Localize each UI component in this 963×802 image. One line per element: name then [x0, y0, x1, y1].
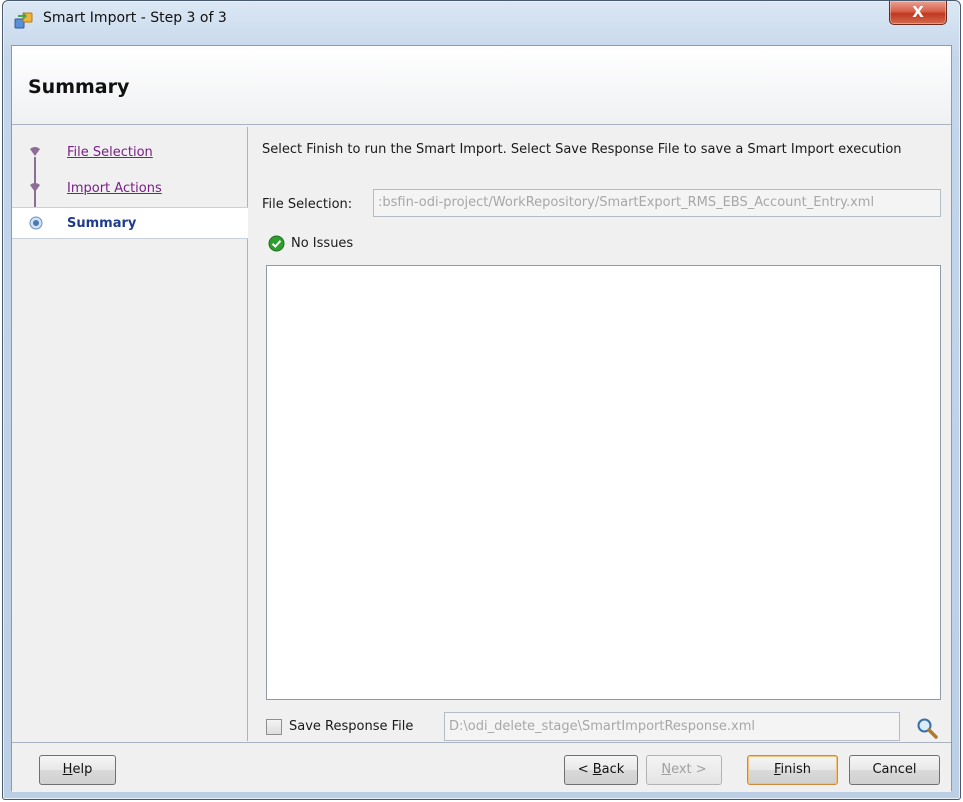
back-mnemonic: B	[592, 762, 602, 777]
help-mnemonic: H	[62, 762, 73, 777]
button-bar: Help < Back Next > Finish Cancel	[12, 742, 951, 792]
response-file-path-field[interactable]: D:\odi_delete_stage\SmartImportResponse.…	[444, 712, 900, 741]
page-header: Summary	[12, 46, 951, 125]
window-title: Smart Import - Step 3 of 3	[43, 10, 227, 26]
page-title: Summary	[28, 76, 130, 98]
next-button[interactable]: Next >	[646, 755, 722, 785]
magnifier-icon[interactable]	[916, 717, 938, 739]
nav-step-import-actions[interactable]: Import Actions	[12, 173, 248, 205]
step-current-icon	[29, 216, 43, 230]
summary-panel: Select Finish to run the Smart Import. S…	[250, 127, 951, 741]
help-button[interactable]: Help	[39, 755, 116, 785]
back-label-rest: ack	[601, 762, 625, 777]
status-text: No Issues	[291, 236, 354, 251]
dialog-window: Smart Import - Step 3 of 3 X Summary Fil…	[2, 0, 961, 800]
file-selection-label: File Selection:	[262, 197, 353, 212]
back-button[interactable]: < Back	[564, 755, 638, 785]
cancel-button[interactable]: Cancel	[849, 755, 940, 785]
check-circle-icon	[268, 235, 285, 252]
smart-import-app-icon	[13, 9, 35, 31]
instructions-text: Select Finish to run the Smart Import. S…	[262, 142, 902, 157]
save-response-checkbox[interactable]	[266, 719, 282, 735]
title-bar[interactable]: Smart Import - Step 3 of 3 X	[3, 1, 960, 37]
issues-list[interactable]	[266, 265, 941, 700]
nav-step-file-selection[interactable]: File Selection	[12, 137, 248, 169]
step-visited-icon	[29, 182, 41, 194]
nav-step-summary: Summary	[12, 207, 248, 239]
nav-step-label: Summary	[67, 216, 137, 231]
save-response-label: Save Response File	[289, 719, 414, 734]
help-label-rest: elp	[72, 762, 93, 777]
step-navigation: File Selection Import Actions Summary	[12, 127, 248, 741]
finish-button[interactable]: Finish	[747, 755, 838, 785]
back-prefix: <	[577, 762, 593, 777]
next-mnemonic: N	[661, 762, 672, 777]
close-button[interactable]: X	[889, 1, 947, 25]
step-visited-icon	[29, 146, 41, 158]
nav-step-label: Import Actions	[67, 181, 162, 196]
next-label-rest: ext >	[671, 762, 707, 777]
file-selection-field[interactable]: :bsfin-odi-project/WorkRepository/SmartE…	[373, 189, 941, 217]
finish-label-rest: inish	[780, 762, 812, 777]
nav-step-label: File Selection	[67, 145, 153, 160]
save-response-row: Save Response File D:\odi_delete_stage\S…	[266, 712, 941, 742]
dialog-client: Summary File Selection Import Actions Su…	[11, 45, 952, 792]
